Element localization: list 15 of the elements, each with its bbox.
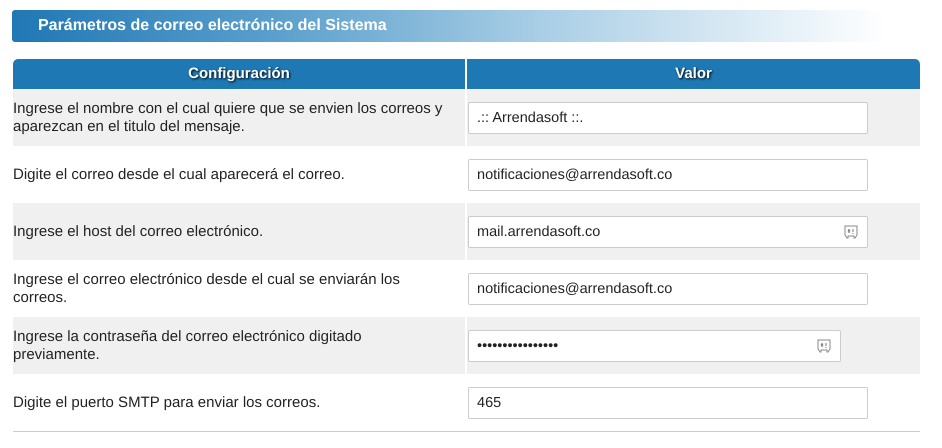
- column-header: Valor: [674, 64, 713, 84]
- field-value: .:: Arrendasoft ::.: [477, 110, 584, 126]
- input-field[interactable]: .:: Arrendasoft ::.: [468, 102, 868, 134]
- field-value: notificaciones@arrendasoft.co: [477, 166, 672, 182]
- input-field[interactable]: 465: [468, 386, 868, 418]
- input-field[interactable]: mail.arrendasoft.co: [468, 216, 868, 248]
- password-field[interactable]: ••••••••••••••••: [468, 330, 841, 362]
- input-field[interactable]: notificaciones@arrendasoft.co: [468, 272, 868, 304]
- field-value: notificaciones@arrendasoft.co: [477, 280, 672, 296]
- input-field[interactable]: notificaciones@arrendasoft.co: [468, 158, 868, 190]
- field-value: ••••••••••••••••: [477, 338, 558, 354]
- field-value: mail.arrendasoft.co: [477, 224, 600, 240]
- autofill-icon[interactable]: [843, 224, 859, 240]
- autofill-icon[interactable]: [816, 338, 832, 354]
- field-value: 465: [477, 394, 502, 410]
